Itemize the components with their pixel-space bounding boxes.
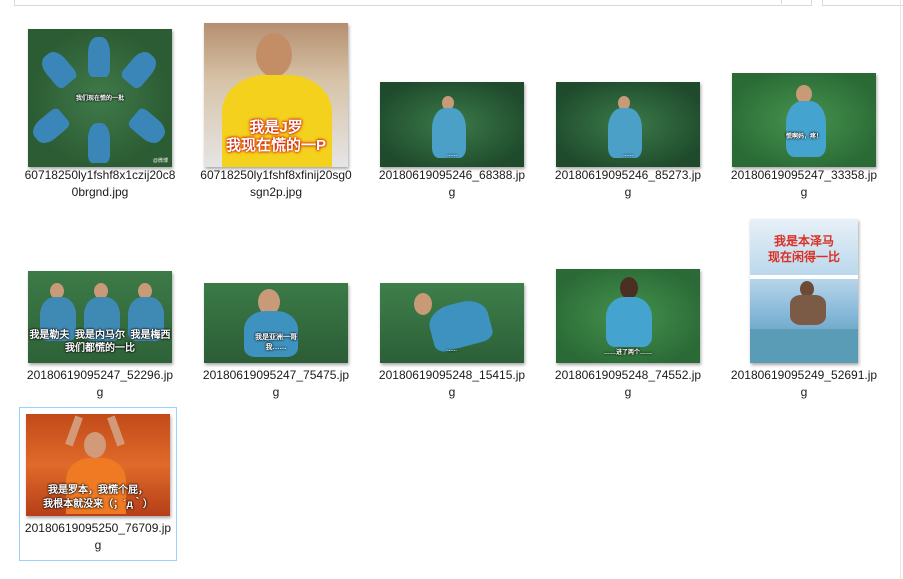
file-thumbnail: ……	[380, 283, 524, 363]
address-bar[interactable]	[14, 0, 812, 6]
file-name: 20180619095249_52691.jpg	[730, 368, 878, 399]
file-thumbnail: 慌啊妈，疼！	[732, 73, 876, 167]
file-thumbnail: ……进了两个……	[556, 269, 700, 363]
file-thumbnail: 我是J罗 我现在慌的一P	[204, 23, 348, 167]
file-item[interactable]: …… 20180619095248_15415.jpg	[373, 254, 531, 402]
file-item[interactable]: ……进了两个…… 20180619095248_74552.jpg	[549, 254, 707, 402]
file-name: 60718250ly1fshf8xfinij20sg0sgn2p.jpg	[200, 168, 352, 199]
file-thumbnail: 我们现在慌的一批 @微博	[28, 29, 172, 167]
scrollbar-track[interactable]	[900, 0, 901, 579]
file-thumbnail: 我是本泽马 现在闲得一比	[750, 219, 858, 363]
file-name: 20180619095248_74552.jpg	[554, 368, 702, 399]
file-name: 20180619095247_75475.jpg	[202, 368, 350, 399]
file-name: 20180619095246_85273.jpg	[554, 168, 702, 199]
file-item[interactable]: …… 20180619095246_68388.jpg	[373, 16, 531, 202]
file-item[interactable]: …… 20180619095246_85273.jpg	[549, 16, 707, 202]
file-item[interactable]: 我们现在慌的一批 @微博 60718250ly1fshf8x1czij20c80…	[21, 16, 179, 202]
file-name: 60718250ly1fshf8x1czij20c80brgnd.jpg	[24, 168, 176, 199]
file-item[interactable]: 慌啊妈，疼！ 20180619095247_33358.jpg	[725, 16, 883, 202]
refresh-button[interactable]	[781, 0, 810, 4]
file-thumbnail: 我是罗本，我慌个屁， 我根本就没来（；´д｀）	[26, 414, 170, 516]
file-thumbnail: ……	[380, 82, 524, 167]
file-item[interactable]: 我是J罗 我现在慌的一P 60718250ly1fshf8xfinij20sg0…	[197, 16, 355, 202]
file-item[interactable]: 我是勒夫 我是内马尔 我是梅西 我们都慌的一比 20180619095247_5…	[21, 254, 179, 402]
file-item[interactable]: 我是罗本，我慌个屁， 我根本就没来（；´д｀） 20180619095250_7…	[19, 407, 177, 561]
search-input[interactable]	[822, 0, 903, 6]
file-thumbnail: 我是亚洲一哥 我……	[204, 283, 348, 363]
file-name: 20180619095247_33358.jpg	[730, 168, 878, 199]
file-name: 20180619095250_76709.jpg	[24, 521, 172, 552]
file-thumbnail: ……	[556, 82, 700, 167]
toolbar	[0, 0, 903, 6]
file-item[interactable]: 我是本泽马 现在闲得一比 20180619095249_52691.jpg	[725, 200, 883, 402]
file-name: 20180619095248_15415.jpg	[378, 368, 526, 399]
file-thumbnail: 我是勒夫 我是内马尔 我是梅西 我们都慌的一比	[28, 271, 172, 363]
file-item[interactable]: 我是亚洲一哥 我…… 20180619095247_75475.jpg	[197, 254, 355, 402]
file-name: 20180619095246_68388.jpg	[378, 168, 526, 199]
file-name: 20180619095247_52296.jpg	[26, 368, 174, 399]
